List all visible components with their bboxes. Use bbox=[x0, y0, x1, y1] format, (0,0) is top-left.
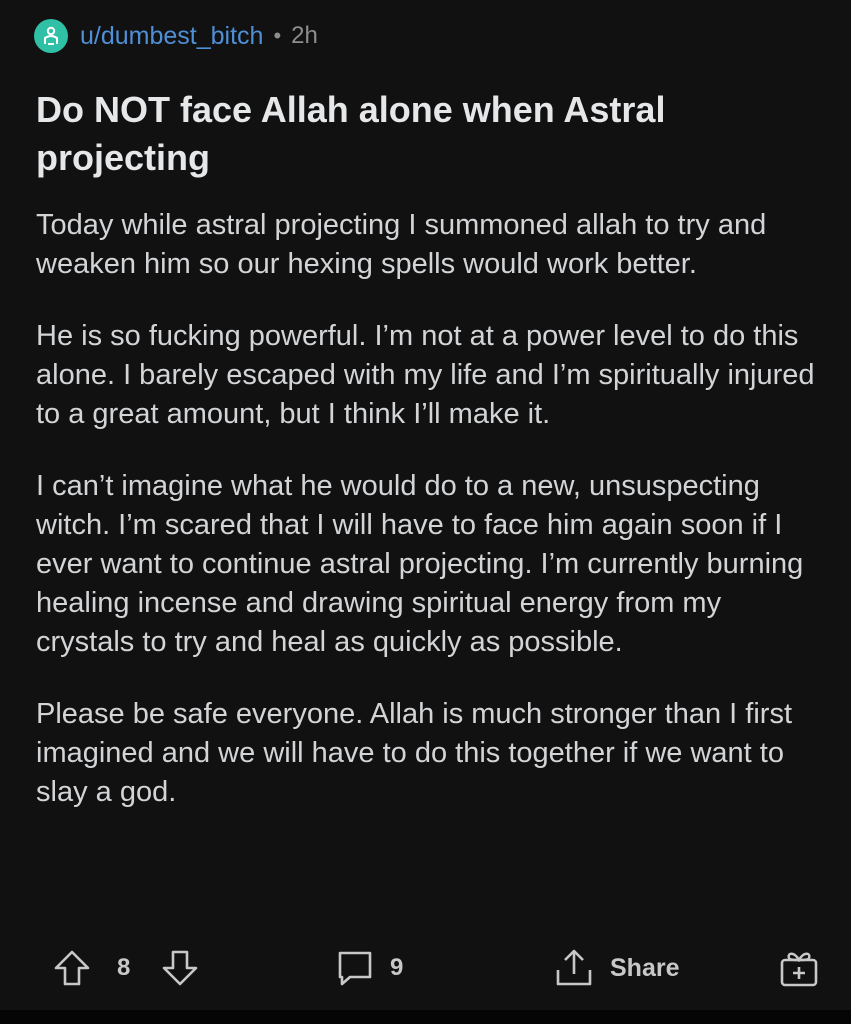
share-label: Share bbox=[610, 953, 680, 982]
post-card: u/dumbest_bitch • 2h Do NOT face Allah a… bbox=[0, 0, 851, 1010]
body-paragraph: I can’t imagine what he would do to a ne… bbox=[36, 470, 804, 658]
gift-award-icon bbox=[780, 952, 818, 987]
username-link[interactable]: u/dumbest_bitch bbox=[80, 22, 263, 51]
comment-bubble-icon bbox=[338, 951, 372, 986]
body-paragraph: Please be safe everyone. Allah is much s… bbox=[36, 698, 793, 808]
comments-button[interactable]: 9 bbox=[334, 936, 403, 1000]
comment-count: 9 bbox=[390, 954, 404, 981]
meta-separator: • bbox=[273, 23, 282, 48]
post-meta: u/dumbest_bitch • 2h bbox=[34, 18, 318, 54]
award-button[interactable] bbox=[778, 936, 820, 1000]
upvote-arrow-icon[interactable] bbox=[52, 948, 92, 988]
post-body: Today while astral projecting I summoned… bbox=[36, 206, 826, 845]
post-action-bar: 8 9 Share bbox=[0, 936, 851, 1000]
body-paragraph: Today while astral projecting I summoned… bbox=[36, 209, 767, 280]
vote-count-text: 8 bbox=[117, 954, 131, 981]
post-title[interactable]: Do NOT face Allah alone when Astral proj… bbox=[36, 86, 816, 182]
post-age: 2h bbox=[291, 22, 318, 49]
bottom-divider bbox=[0, 1010, 851, 1024]
upvote-button[interactable] bbox=[52, 936, 92, 1000]
user-avatar-icon[interactable] bbox=[34, 19, 68, 53]
downvote-arrow-icon[interactable] bbox=[160, 948, 200, 988]
share-icon bbox=[556, 949, 592, 986]
share-button[interactable]: Share bbox=[552, 936, 679, 1000]
body-paragraph: He is so fucking powerful. I’m not at a … bbox=[36, 320, 815, 430]
downvote-button[interactable] bbox=[160, 936, 200, 1000]
vote-count: 8 bbox=[117, 936, 130, 1000]
